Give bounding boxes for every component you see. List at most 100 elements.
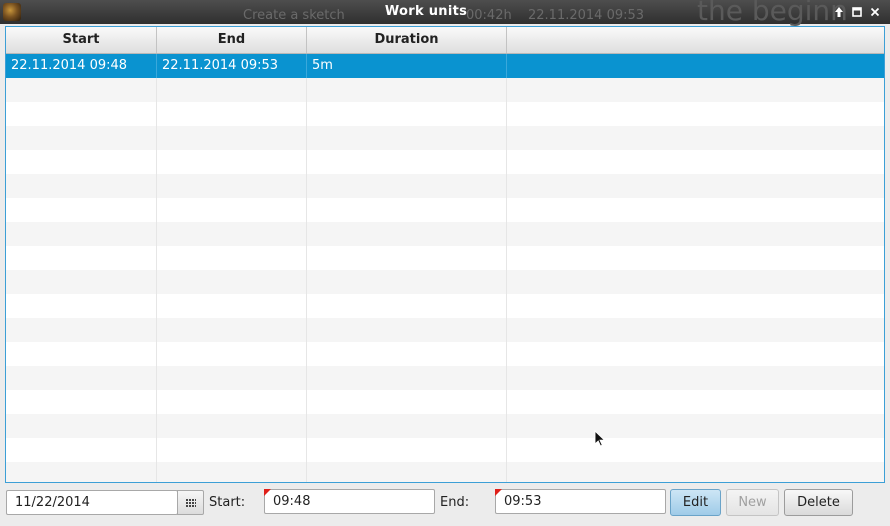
cell-end [157, 414, 307, 438]
cell-duration [307, 294, 507, 318]
table-row[interactable] [6, 366, 884, 390]
cell-extra [507, 270, 884, 294]
cell-extra [507, 102, 884, 126]
column-header-duration[interactable]: Duration [307, 27, 507, 53]
cell-extra [507, 198, 884, 222]
cell-duration [307, 126, 507, 150]
table-row[interactable] [6, 198, 884, 222]
cell-duration [307, 366, 507, 390]
table-row[interactable] [6, 462, 884, 482]
column-header-start[interactable]: Start [6, 27, 157, 53]
cell-duration [307, 246, 507, 270]
cell-extra [507, 174, 884, 198]
cell-end [157, 462, 307, 482]
cell-extra [507, 54, 884, 78]
table-row[interactable] [6, 414, 884, 438]
maximize-icon[interactable] [850, 5, 864, 19]
mouse-cursor [594, 430, 606, 447]
calendar-button[interactable] [177, 490, 204, 515]
cell-duration: 5m [307, 54, 507, 78]
cell-duration [307, 414, 507, 438]
cell-end [157, 78, 307, 102]
cell-extra [507, 414, 884, 438]
table-row[interactable] [6, 222, 884, 246]
work-units-table[interactable]: Start End Duration 22.11.2014 09:48 22.11… [5, 26, 885, 483]
cell-start [6, 366, 157, 390]
cell-end [157, 270, 307, 294]
cell-start [6, 438, 157, 462]
cell-duration [307, 438, 507, 462]
start-label: Start: [209, 495, 246, 510]
start-time-input[interactable] [273, 494, 409, 509]
table-row[interactable] [6, 246, 884, 270]
end-time-field[interactable] [495, 489, 666, 514]
cell-start [6, 294, 157, 318]
delete-button[interactable]: Delete [784, 489, 853, 516]
column-header-end[interactable]: End [157, 27, 307, 53]
cell-duration [307, 390, 507, 414]
calendar-icon [186, 498, 196, 507]
table-row[interactable] [6, 390, 884, 414]
table-row[interactable] [6, 438, 884, 462]
invalid-marker [264, 489, 271, 496]
start-time-field[interactable] [264, 489, 435, 514]
cell-extra [507, 438, 884, 462]
cell-end [157, 222, 307, 246]
cell-start: 22.11.2014 09:48 [6, 54, 157, 78]
table-row[interactable] [6, 342, 884, 366]
cell-start [6, 318, 157, 342]
cell-end [157, 342, 307, 366]
cell-duration [307, 78, 507, 102]
cell-extra [507, 246, 884, 270]
table-row[interactable] [6, 174, 884, 198]
cell-end [157, 366, 307, 390]
new-button[interactable]: New [726, 489, 779, 516]
cell-duration [307, 150, 507, 174]
cell-extra [507, 342, 884, 366]
column-header-extra[interactable] [507, 27, 884, 53]
close-icon[interactable] [868, 5, 882, 19]
cell-end [157, 174, 307, 198]
cell-start [6, 342, 157, 366]
cell-extra [507, 366, 884, 390]
cell-start [6, 390, 157, 414]
table-row[interactable] [6, 78, 884, 102]
cell-start [6, 414, 157, 438]
invalid-marker [495, 489, 502, 496]
cell-duration [307, 174, 507, 198]
table-row[interactable] [6, 150, 884, 174]
cell-extra [507, 150, 884, 174]
end-time-input[interactable] [504, 494, 640, 509]
cell-start [6, 270, 157, 294]
date-input[interactable] [15, 495, 151, 510]
title-bar[interactable]: Create a sketch 00:42h 22.11.2014 09:53 … [0, 0, 890, 27]
cell-end [157, 198, 307, 222]
date-field[interactable] [6, 490, 178, 515]
cell-end [157, 102, 307, 126]
table-row[interactable] [6, 102, 884, 126]
cell-end [157, 318, 307, 342]
cell-extra [507, 390, 884, 414]
pin-icon[interactable] [832, 5, 846, 19]
cell-start [6, 126, 157, 150]
cell-extra [507, 294, 884, 318]
cell-start [6, 150, 157, 174]
edit-button[interactable]: Edit [670, 489, 721, 516]
table-header: Start End Duration [6, 27, 884, 54]
table-row[interactable] [6, 294, 884, 318]
cell-end [157, 246, 307, 270]
cell-start [6, 78, 157, 102]
table-row[interactable] [6, 318, 884, 342]
cell-end [157, 150, 307, 174]
cell-extra [507, 318, 884, 342]
table-row[interactable] [6, 270, 884, 294]
cell-start [6, 174, 157, 198]
table-row[interactable]: 22.11.2014 09:48 22.11.2014 09:53 5m [6, 54, 884, 78]
cell-start [6, 102, 157, 126]
cell-duration [307, 198, 507, 222]
cell-end: 22.11.2014 09:53 [157, 54, 307, 78]
cell-end [157, 294, 307, 318]
cell-start [6, 222, 157, 246]
cell-duration [307, 270, 507, 294]
table-row[interactable] [6, 126, 884, 150]
